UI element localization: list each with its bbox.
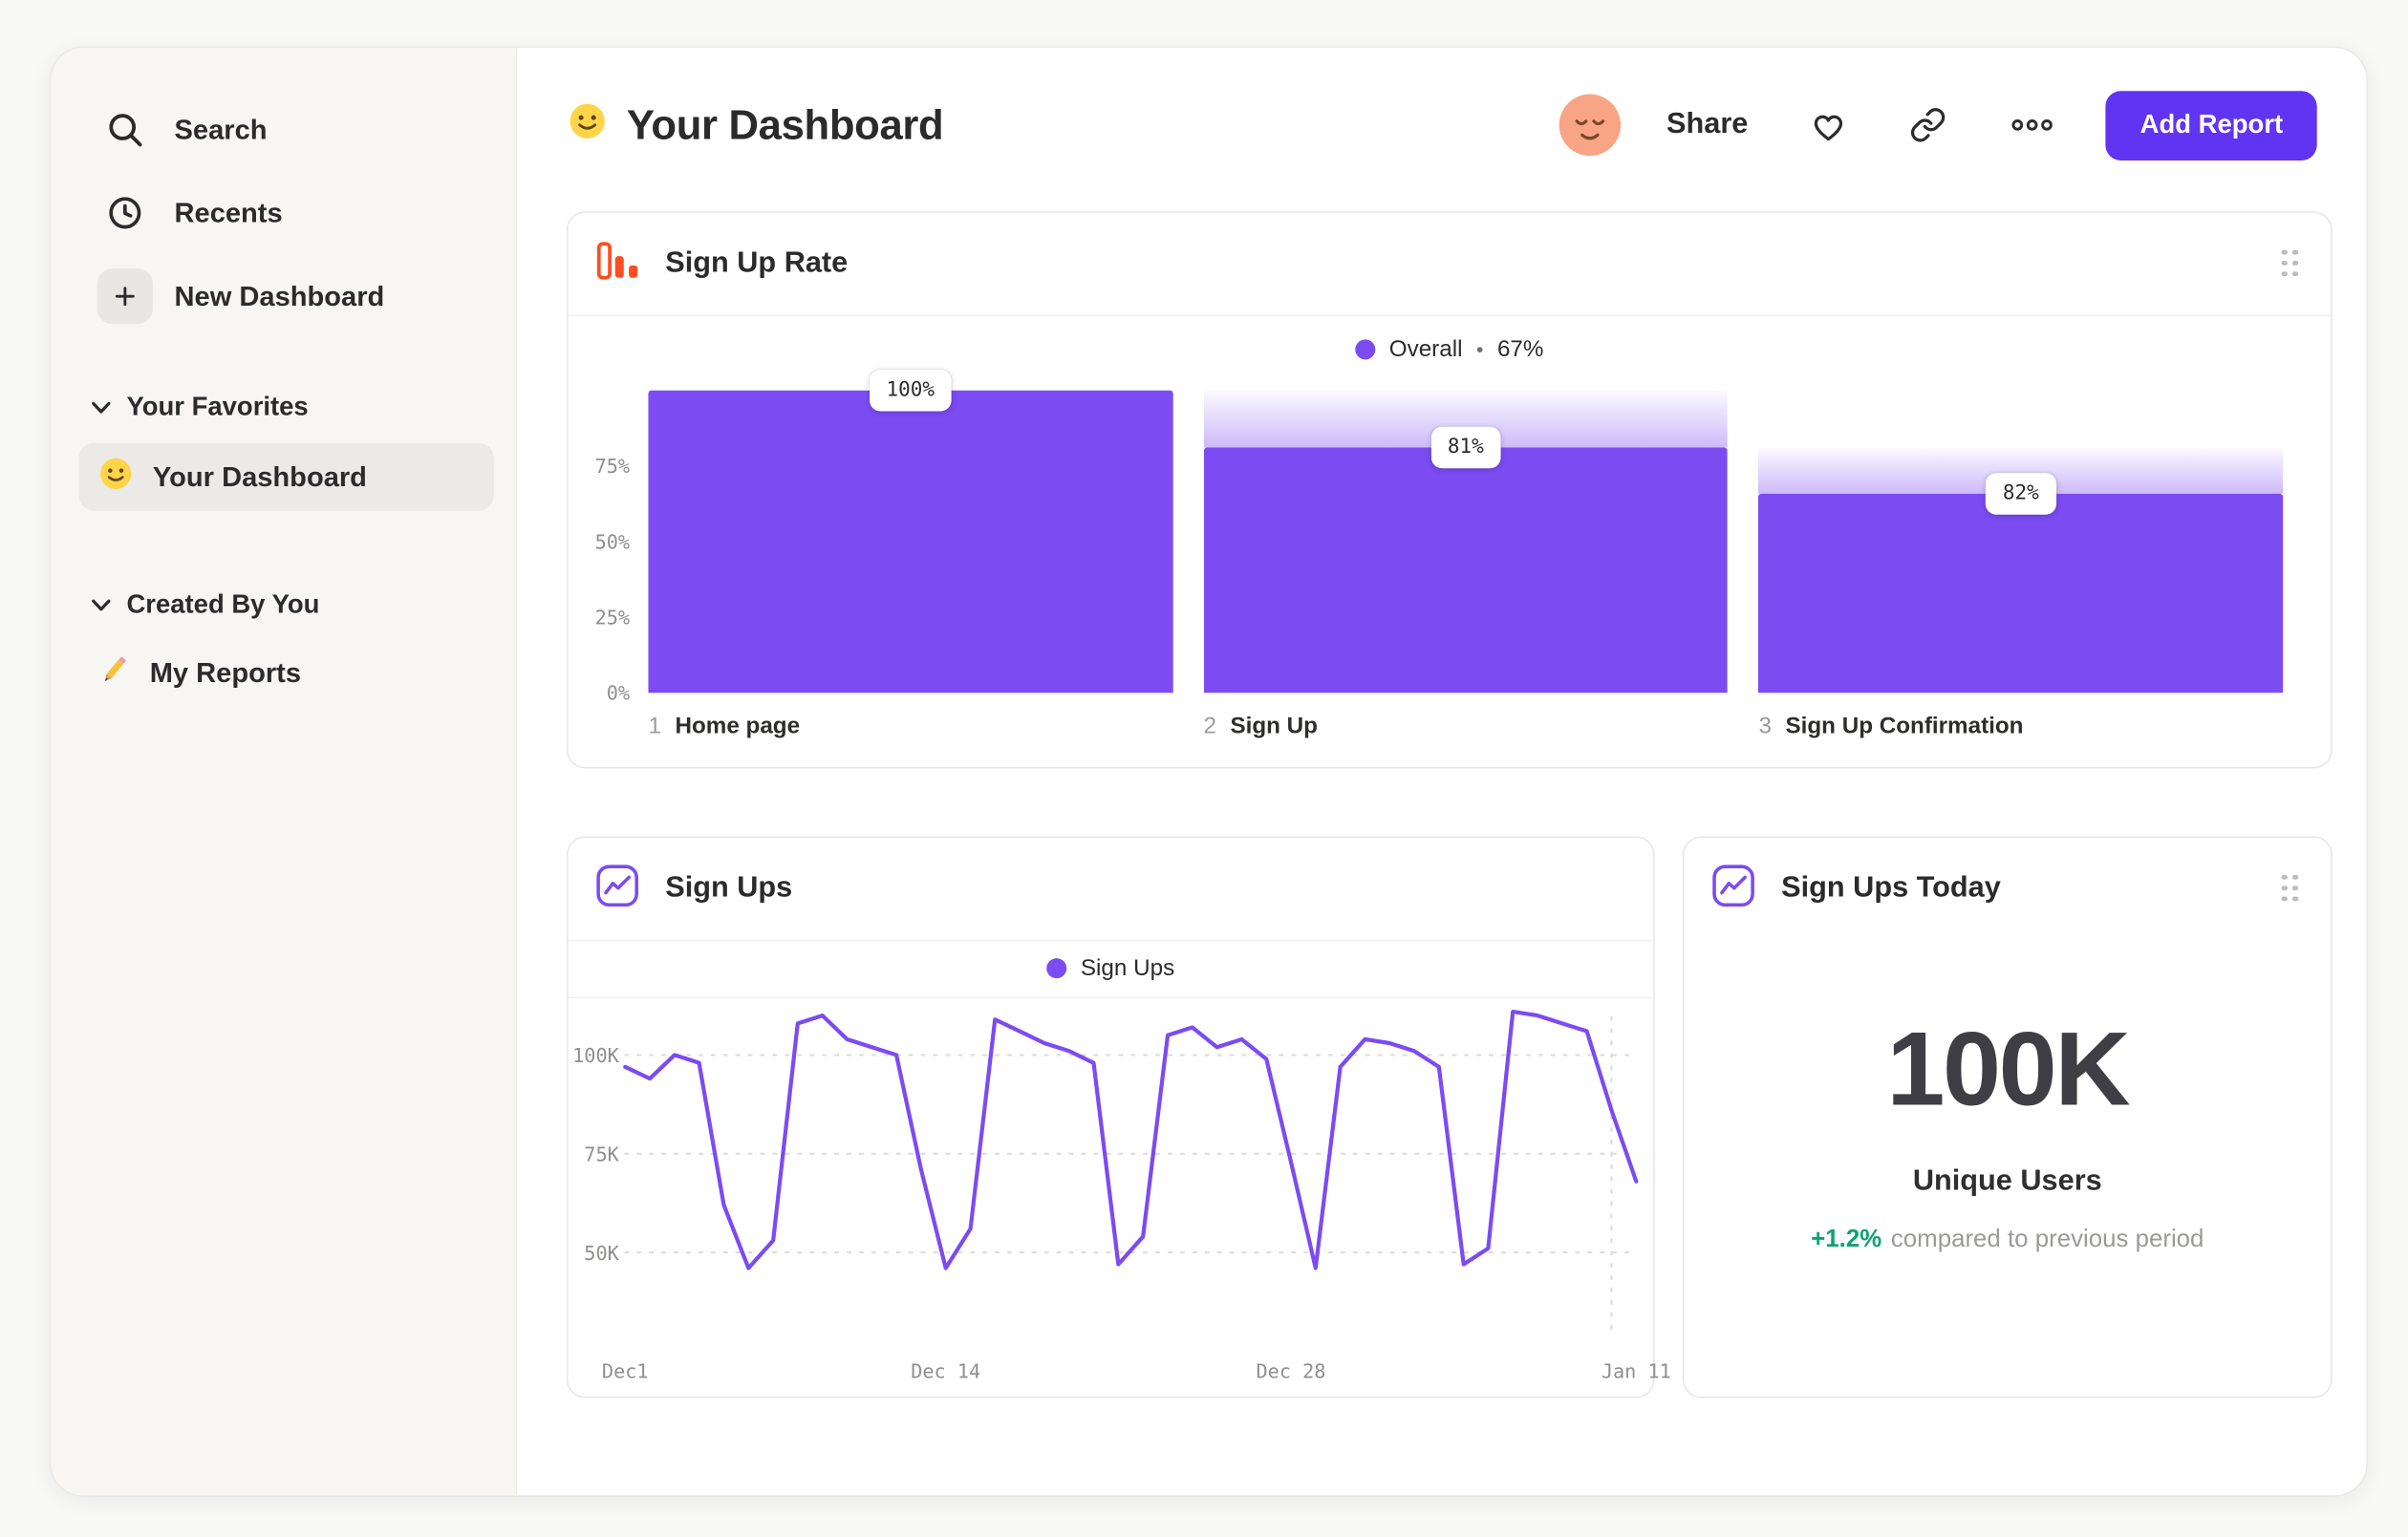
avatar[interactable] (1558, 94, 1621, 157)
created-header-label: Created By You (126, 589, 320, 619)
favorite-dashboard-label: Your Dashboard (152, 460, 367, 492)
legend-dot (1046, 958, 1067, 979)
big-number-label: Unique Users (1912, 1164, 2102, 1198)
funnel-legend: Overall • 67% (568, 315, 2331, 383)
card-title: Sign Up Rate (665, 246, 849, 280)
line-y-axis: 100K 75K 50K (568, 1008, 619, 1347)
plus-icon (97, 268, 153, 325)
copy-link-icon[interactable] (1910, 106, 1947, 143)
legend-separator: • (1476, 336, 1484, 361)
card-sign-ups-header: Sign Ups (568, 838, 1654, 942)
legend-series-name: Sign Ups (1080, 954, 1175, 982)
legend-series-name: Overall (1388, 335, 1463, 362)
sidebar-section-created-by-you[interactable]: Created By You (78, 579, 494, 631)
smiley-emoji-icon (97, 455, 135, 500)
big-number-value: 100K (1886, 1011, 2130, 1128)
sidebar-item-your-dashboard[interactable]: Your Dashboard (78, 442, 494, 511)
drag-handle-icon[interactable] (2281, 248, 2300, 279)
legend-dot (1355, 338, 1376, 359)
y-tick-label: 75% (594, 454, 631, 478)
chevron-down-icon (91, 589, 111, 620)
page: Search Recents New Dashboard Your Favori… (0, 0, 2408, 1537)
page-title: Your Dashboard (626, 100, 944, 148)
main-content: Your Dashboard Share Add Report Sign Up … (517, 48, 2367, 1496)
sidebar-search-label: Search (174, 113, 268, 145)
card-sign-ups-today: Sign Ups Today 100K Unique Users +1.2% co… (1682, 836, 2333, 1398)
funnel-value-label: 81% (1430, 427, 1501, 469)
favorite-heart-icon[interactable] (1810, 106, 1848, 144)
sidebar-item-my-reports[interactable]: My Reports (78, 637, 494, 708)
line-x-axis: Dec1 Dec 14 Dec 28 Jan 11 (602, 1359, 1671, 1384)
card-sign-ups-today-header: Sign Ups Today (1684, 838, 2331, 940)
y-tick-label: 50% (594, 529, 631, 554)
sidebar-item-new-dashboard[interactable]: New Dashboard (78, 255, 494, 338)
y-tick-label: 75K (584, 1142, 619, 1165)
my-reports-label: My Reports (149, 656, 302, 688)
funnel-plot: 100% 81% 82% (648, 369, 2284, 694)
drag-handle-icon[interactable] (2281, 874, 2300, 904)
line-legend: Sign Ups (568, 940, 1654, 999)
y-tick-label: 25% (594, 606, 631, 630)
pencil-emoji-icon (97, 651, 132, 694)
funnel-x-axis: 1 Home page 2 Sign Up 3 Sign Up Confirmation (648, 713, 2283, 747)
sidebar-new-dashboard-label: New Dashboard (174, 280, 385, 311)
bar-chart-icon (594, 237, 640, 291)
sidebar: Search Recents New Dashboard Your Favori… (51, 48, 518, 1496)
sidebar-item-search[interactable]: Search (78, 88, 494, 171)
funnel-bar[interactable] (1203, 447, 1729, 694)
x-tick-label: Dec 14 (911, 1359, 981, 1383)
card-title: Sign Ups (665, 871, 793, 905)
card-sign-up-rate: Sign Up Rate Overall • 67% 75% 50% 25% 0% 1… (566, 211, 2333, 769)
x-tick-label: Dec1 (601, 1359, 649, 1383)
favorites-header-label: Your Favorites (126, 392, 309, 421)
funnel-bar[interactable] (1758, 493, 2284, 694)
funnel-step-label: 3 Sign Up Confirmation (1758, 713, 2024, 739)
sign-ups-chart (623, 1009, 1639, 1336)
delta-note: compared to previous period (1890, 1227, 2204, 1253)
funnel-value-label: 100% (869, 369, 952, 412)
share-button[interactable]: Share (1666, 108, 1748, 142)
y-tick-label: 100K (572, 1043, 619, 1067)
funnel-step-label: 2 Sign Up (1203, 713, 1319, 739)
funnel-bar[interactable] (648, 390, 1173, 694)
y-tick-label: 50K (584, 1240, 619, 1265)
card-sign-ups: Sign Ups Sign Ups 100K 75K 50K Dec1 Dec 14 D… (566, 836, 1671, 1398)
y-tick-label: 0% (606, 681, 631, 705)
funnel-step-label: 1 Home page (648, 713, 801, 739)
header-actions: Share Add Report (1558, 90, 2317, 160)
sidebar-section-favorites[interactable]: Your Favorites (78, 381, 494, 434)
card-sign-up-rate-header: Sign Up Rate (568, 213, 2332, 317)
app-window: Search Recents New Dashboard Your Favori… (49, 46, 2368, 1497)
sign-ups-series-line[interactable] (623, 1009, 1639, 1270)
more-options-icon[interactable] (2009, 106, 2056, 143)
add-report-button[interactable]: Add Report (2106, 90, 2317, 160)
dashboard-header: Your Dashboard Share Add Report (567, 88, 2317, 162)
line-chart-icon (1710, 862, 1756, 916)
clock-icon (97, 193, 153, 233)
sidebar-item-recents[interactable]: Recents (78, 171, 494, 254)
card-title: Sign Ups Today (1781, 871, 2001, 905)
funnel-value-label: 82% (1986, 472, 2056, 515)
sidebar-recents-label: Recents (174, 196, 283, 228)
search-icon (97, 110, 153, 150)
x-tick-label: Jan 11 (1601, 1359, 1671, 1383)
delta-value: +1.2% (1811, 1227, 1882, 1253)
legend-overall-value: 67% (1496, 335, 1544, 362)
funnel-y-axis: 75% 50% 25% 0% (568, 391, 631, 705)
big-number-delta-row: +1.2% compared to previous period (1684, 1227, 2331, 1254)
x-tick-label: Dec 28 (1256, 1359, 1326, 1383)
dashboard-emoji-icon (567, 100, 609, 150)
chevron-down-icon (91, 392, 111, 422)
line-chart-icon (594, 862, 640, 916)
line-plot (623, 1008, 1639, 1347)
